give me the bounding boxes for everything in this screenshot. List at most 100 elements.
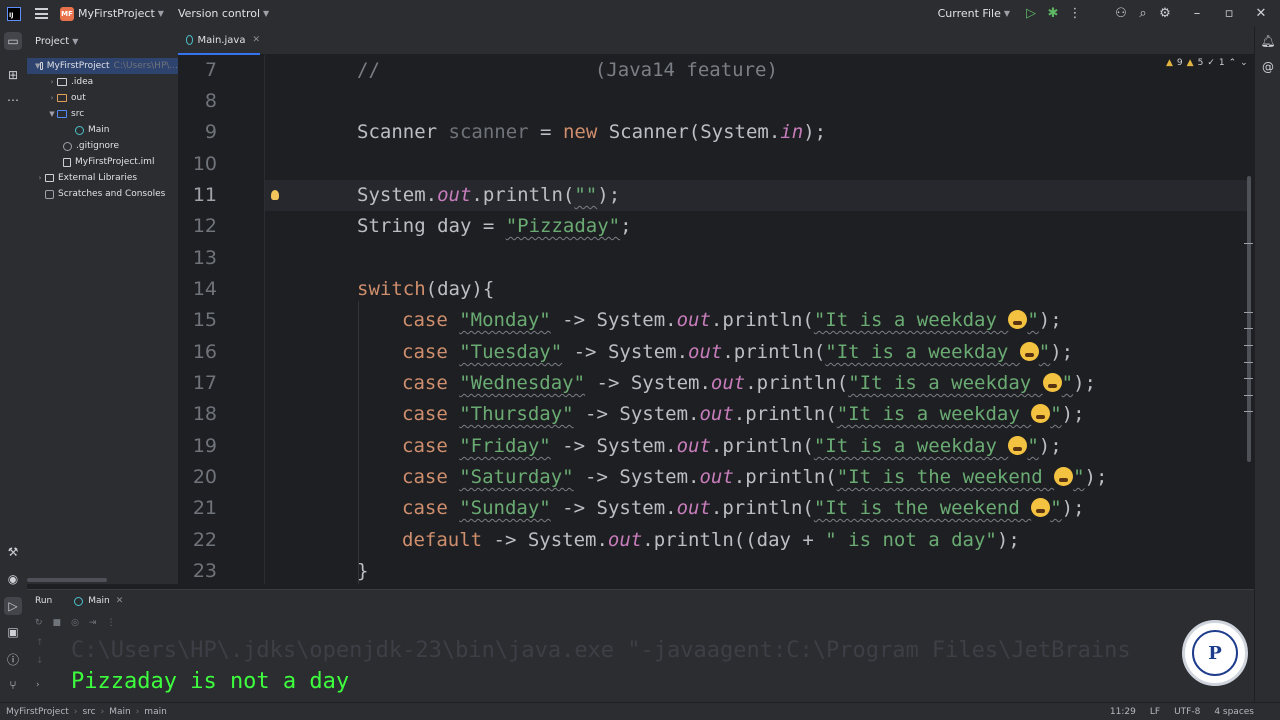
indent-setting[interactable]: 4 spaces xyxy=(1214,707,1254,717)
library-icon xyxy=(45,174,54,182)
rerun-icon[interactable]: ↻ xyxy=(35,618,43,628)
gear-icon[interactable]: ⚙ xyxy=(1154,6,1176,21)
chevron-down-icon[interactable]: ▼ xyxy=(47,110,57,118)
warning-icon: ▲ xyxy=(1166,58,1173,68)
console-output[interactable]: C:\Users\HP\.jdks\openjdk-23\bin\java.ex… xyxy=(53,634,1254,703)
more-tools-icon[interactable]: ⋯ xyxy=(4,91,22,109)
file-encoding[interactable]: UTF-8 xyxy=(1174,707,1200,717)
project-badge[interactable]: MF xyxy=(60,6,74,21)
layout-icon[interactable]: ⇥ xyxy=(89,618,97,628)
keyword: case xyxy=(402,403,448,425)
code-editor[interactable]: // (Java14 feature) Scanner scanner = new… xyxy=(265,55,1248,584)
code-token: System. xyxy=(630,372,711,394)
tree-item-iml[interactable]: MyFirstProject.iml xyxy=(27,154,178,170)
string-literal: "Pizzaday" xyxy=(505,215,621,237)
vertical-scrollbar[interactable] xyxy=(1247,176,1251,462)
code-token: System. xyxy=(357,184,438,206)
breadcrumb-item[interactable]: src xyxy=(82,707,95,717)
chevron-right-icon[interactable]: › xyxy=(47,78,57,86)
code-line: case "Wednesday" -> System.out.println("… xyxy=(402,368,1096,399)
camera-icon[interactable]: ◎ xyxy=(71,618,79,628)
arrow-up-icon[interactable]: ↑ xyxy=(36,638,44,648)
notifications-icon[interactable]: 🔔︎ xyxy=(1259,32,1277,50)
caret-position[interactable]: 11:29 xyxy=(1110,707,1136,717)
more-actions-icon[interactable]: ⋮ xyxy=(1064,6,1086,21)
code-line: case "Sunday" -> System.out.println("It … xyxy=(402,493,1085,524)
tree-item-root[interactable]: ▼ MyFirstProject C:\Users\HP\... xyxy=(27,58,178,74)
breadcrumb-item[interactable]: Main xyxy=(109,707,131,717)
keyword: default xyxy=(402,529,483,551)
build-tool-icon[interactable]: ⚒ xyxy=(4,543,22,561)
breadcrumb-item[interactable]: MyFirstProject xyxy=(6,707,69,717)
chevron-right-icon: › xyxy=(73,706,78,717)
main-menu-icon[interactable] xyxy=(35,8,48,19)
chevron-right-icon[interactable]: › xyxy=(47,94,57,102)
line-number: 19 xyxy=(192,435,217,457)
project-panel-header[interactable]: Project ▼ xyxy=(27,27,178,55)
more-actions-icon[interactable]: ⋮ xyxy=(106,618,115,628)
project-name[interactable]: MyFirstProject xyxy=(78,7,155,20)
debug-icon[interactable]: ✱ xyxy=(1042,6,1064,21)
line-number: 7 xyxy=(204,59,217,81)
code-token: Scanner(System. xyxy=(597,121,781,143)
chevron-right-icon[interactable]: › xyxy=(36,680,40,690)
run-tool-icon[interactable]: ▷ xyxy=(4,597,22,615)
run-icon[interactable]: ▷ xyxy=(1020,6,1042,21)
keyword: case xyxy=(402,497,448,519)
line-number: 13 xyxy=(192,247,217,269)
code-line: case "Friday" -> System.out.println("It … xyxy=(402,431,1062,462)
maximize-icon[interactable]: ▫ xyxy=(1218,6,1240,21)
chevron-down-icon[interactable]: ⌄ xyxy=(1240,58,1248,68)
string-text: " xyxy=(1027,309,1039,331)
keyword: case xyxy=(402,435,448,457)
chevron-down-icon[interactable]: ▼ xyxy=(72,37,78,46)
chevron-up-icon[interactable]: ⌃ xyxy=(1229,58,1237,68)
chevron-right-icon[interactable]: › xyxy=(35,174,45,182)
run-config-selector[interactable]: Current File xyxy=(938,7,1001,20)
tab-main-java[interactable]: Main.java ✕ xyxy=(178,27,260,55)
keyword: switch xyxy=(357,278,426,300)
breadcrumb-item[interactable]: main xyxy=(144,707,167,717)
code-with-me-icon[interactable]: ⚇ xyxy=(1110,6,1132,21)
arrow-down-icon[interactable]: ↓ xyxy=(36,656,44,666)
stop-icon[interactable]: ■ xyxy=(53,618,62,628)
ai-assistant-icon[interactable]: @ xyxy=(1259,58,1277,76)
weak-warning-count: 5 xyxy=(1197,58,1204,68)
tree-item-gitignore[interactable]: .gitignore xyxy=(27,138,178,154)
line-separator[interactable]: LF xyxy=(1150,707,1160,717)
horizontal-scrollbar[interactable] xyxy=(27,578,107,582)
tree-item-scratches[interactable]: Scratches and Consoles xyxy=(27,186,178,202)
close-tab-icon[interactable]: ✕ xyxy=(252,35,260,45)
inspection-widget[interactable]: ▲ 9 ▲ 5 ✓ 1 ⌃ ⌄ xyxy=(1166,58,1248,68)
search-icon[interactable]: ⌕ xyxy=(1132,6,1154,21)
run-tab-main[interactable]: Main ✕ xyxy=(74,596,123,606)
problems-tool-icon[interactable]: ⓘ xyxy=(4,650,22,668)
close-tab-icon[interactable]: ✕ xyxy=(116,596,124,606)
tree-item-out[interactable]: › out xyxy=(27,90,178,106)
services-tool-icon[interactable]: ◉ xyxy=(4,570,22,588)
tree-item-external-libraries[interactable]: › External Libraries xyxy=(27,170,178,186)
git-tool-icon[interactable]: ⑂ xyxy=(4,676,22,694)
tree-item-main[interactable]: Main xyxy=(27,122,178,138)
scratches-icon xyxy=(45,189,54,199)
java-class-icon xyxy=(186,35,194,45)
tree-item-label: .gitignore xyxy=(76,141,120,151)
string-literal: "It is a weekday " xyxy=(848,372,1073,394)
breadcrumb: MyFirstProject › src › Main › main xyxy=(6,707,167,717)
version-control-menu[interactable]: Version control xyxy=(178,7,260,20)
minimize-icon[interactable]: – xyxy=(1186,6,1208,21)
terminal-tool-icon[interactable]: ▣ xyxy=(4,623,22,641)
chevron-down-icon[interactable]: ▼ xyxy=(263,9,269,18)
structure-tool-icon[interactable]: ⊞ xyxy=(4,66,22,84)
close-icon[interactable]: ✕ xyxy=(1250,6,1272,21)
tree-item-src[interactable]: ▼ src xyxy=(27,106,178,122)
string-literal: "Thursday" xyxy=(459,403,574,425)
code-token: -> xyxy=(573,466,620,488)
code-line: case "Monday" -> System.out.println("It … xyxy=(402,305,1062,336)
string-literal: "It is a weekday " xyxy=(825,341,1050,363)
tree-item-idea[interactable]: › .idea xyxy=(27,74,178,90)
chevron-down-icon[interactable]: ▼ xyxy=(158,9,164,18)
code-token: .println( xyxy=(733,466,837,488)
project-tool-icon[interactable]: ▭ xyxy=(4,32,22,50)
chevron-down-icon[interactable]: ▼ xyxy=(1004,9,1010,18)
